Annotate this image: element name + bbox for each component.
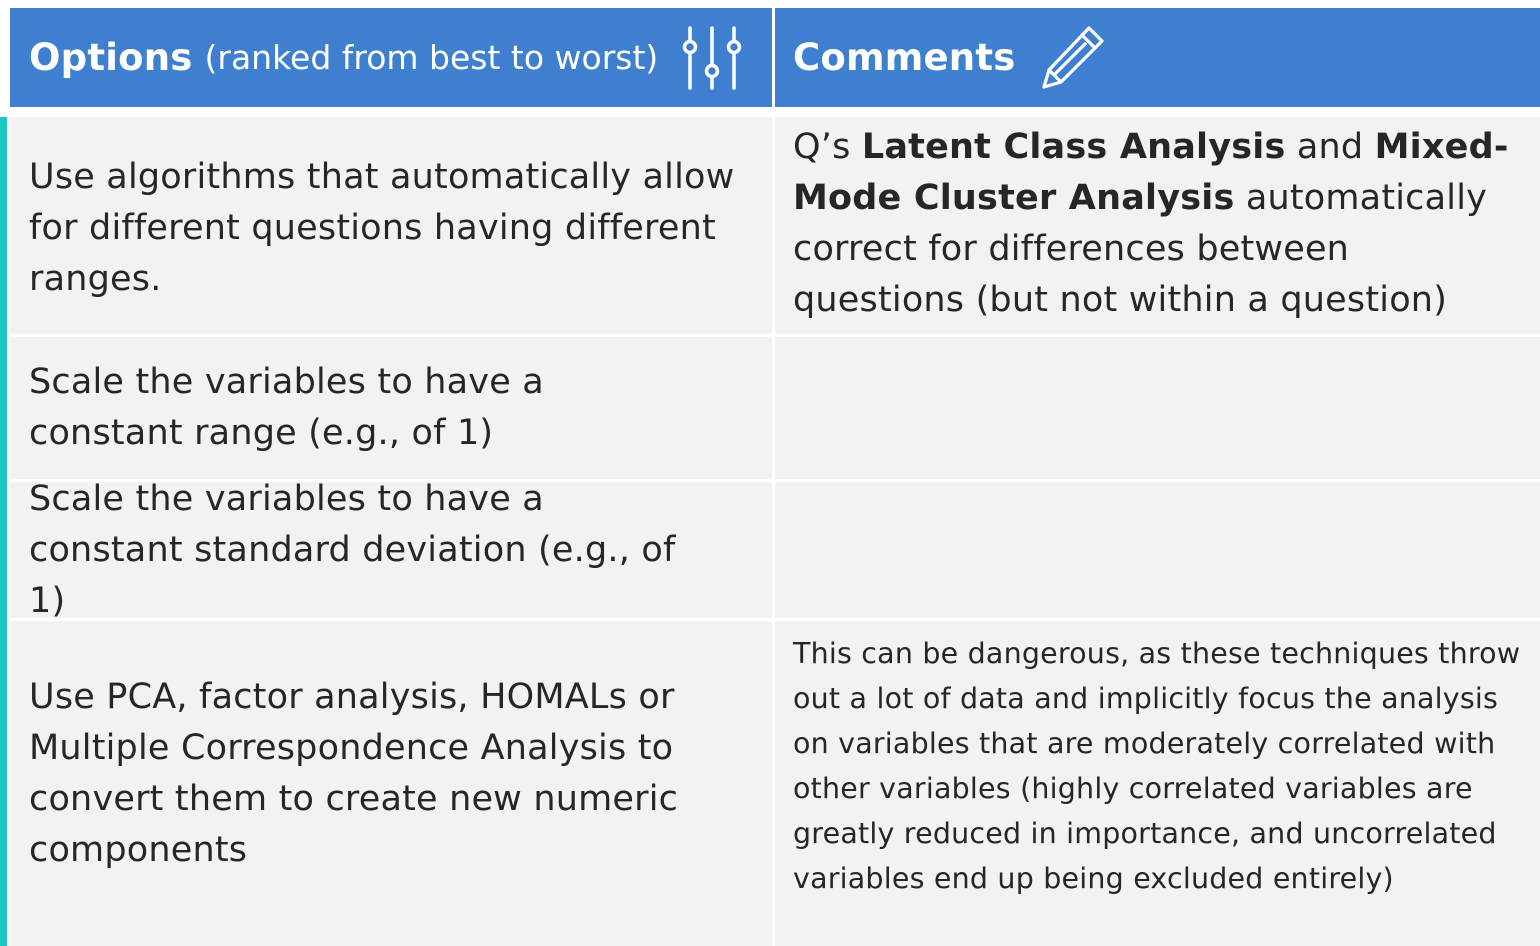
options-header: Options (ranked from best to worst) — [10, 8, 772, 107]
table-row-2-option: Scale the variables to have a constant r… — [10, 337, 772, 479]
comment-text-part: Q’s — [793, 127, 862, 167]
option-text: Scale the variables to have a constant r… — [29, 362, 544, 453]
table-row-1-option: Use algorithms that automatically allow … — [10, 117, 772, 334]
table-row-4-comment: This can be dangerous, as these techniqu… — [775, 621, 1540, 946]
table-row-3-option: Scale the variables to have a constant s… — [10, 479, 772, 621]
option-text: Scale the variables to have a constant s… — [29, 478, 676, 621]
table-row-1-comment: Q’s Latent Class Analysis and Mixed-Mode… — [775, 117, 1540, 334]
table-row-3-comment — [775, 482, 1540, 618]
comments-header: Comments — [775, 8, 1540, 107]
accent-bar — [0, 117, 7, 946]
table-row-2-comment — [775, 337, 1540, 479]
options-header-subtitle: (ranked from best to worst) — [204, 38, 659, 77]
options-header-title: Options — [29, 36, 193, 79]
sliders-icon — [680, 25, 744, 91]
pencil-icon — [1037, 23, 1107, 93]
comment-text: This can be dangerous, as these techniqu… — [793, 637, 1521, 895]
option-text: Use algorithms that automatically allow … — [29, 157, 735, 299]
comments-header-title: Comments — [793, 36, 1016, 79]
latent-class-analysis-term: Latent Class Analysis — [861, 127, 1286, 167]
table-row-4-option: Use PCA, factor analysis, HOMALs or Mult… — [10, 621, 772, 946]
option-text: Use PCA, factor analysis, HOMALs or Mult… — [29, 676, 679, 870]
comment-text: Q’s Latent Class Analysis and Mixed-Mode… — [793, 117, 1526, 326]
options-comments-table: Options (ranked from best to worst) Comm… — [0, 0, 1540, 946]
comment-text-part: and — [1285, 127, 1375, 167]
